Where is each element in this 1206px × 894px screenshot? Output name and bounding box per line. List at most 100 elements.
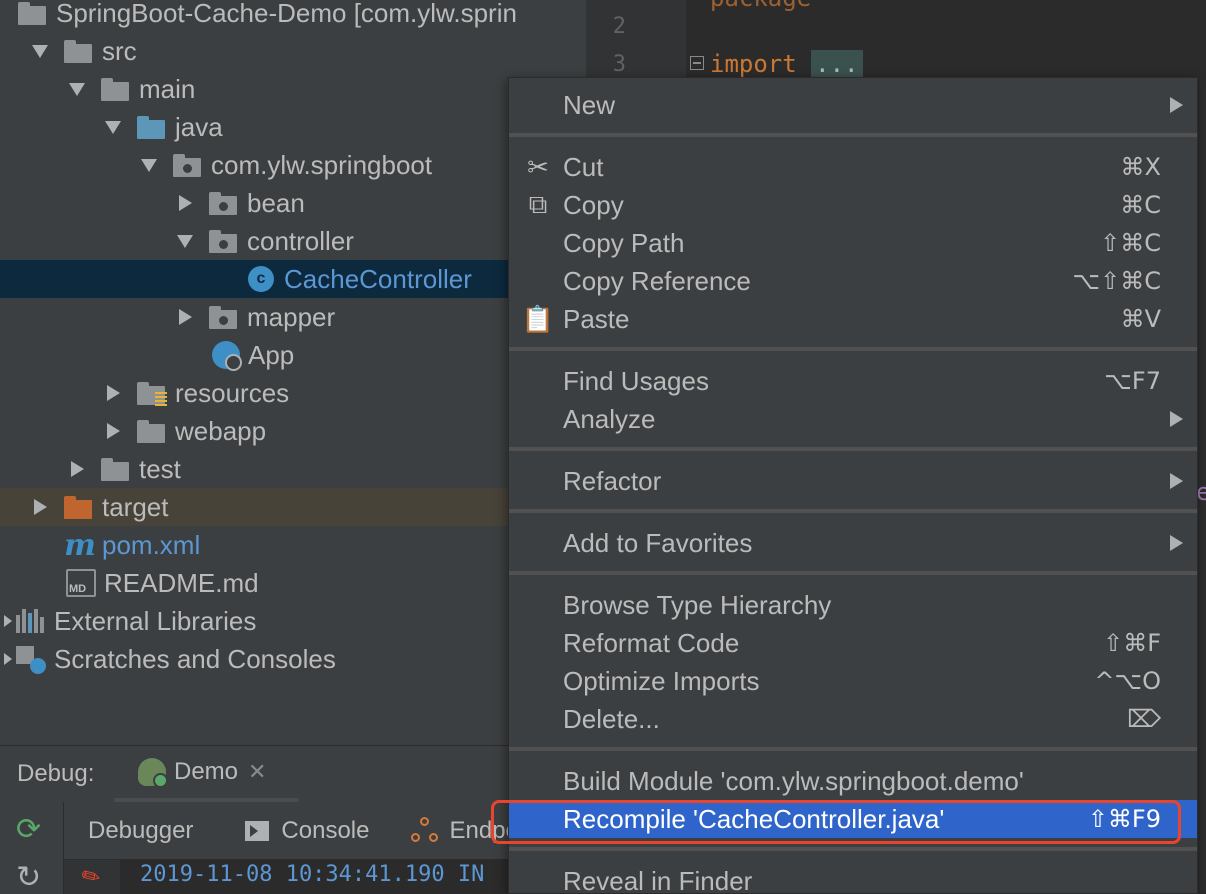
menu-item-cut[interactable]: ✂ Cut ⌘X: [509, 148, 1197, 186]
collapse-arrow-icon[interactable]: [175, 193, 195, 213]
tab-console[interactable]: Console: [245, 817, 369, 845]
collapse-arrow-icon[interactable]: [2, 653, 14, 665]
tree-item-readme[interactable]: MD README.md: [0, 564, 586, 602]
menu-item-label: Recompile 'CacheController.java': [563, 803, 945, 834]
tree-item-pom[interactable]: m pom.xml: [0, 526, 586, 564]
rerun-icon[interactable]: ⟳: [16, 812, 41, 847]
tree-item-webapp[interactable]: webapp: [0, 412, 586, 450]
menu-item-copy-path[interactable]: Copy Path ⇧⌘C: [509, 224, 1197, 262]
tree-item-app[interactable]: App: [0, 336, 586, 374]
menu-item-label: Copy: [563, 189, 624, 220]
collapse-arrow-icon[interactable]: [175, 307, 195, 327]
menu-item-paste[interactable]: 📋 Paste ⌘V: [509, 300, 1197, 338]
submenu-arrow-icon: [1170, 411, 1183, 427]
submenu-arrow-icon: [1170, 535, 1183, 551]
tree-item-label: pom.xml: [102, 529, 201, 560]
tree-item-mapper[interactable]: mapper: [0, 298, 586, 336]
line-number: 2: [612, 14, 626, 39]
debug-tool-window: Debug: Demo ✕ ⟳ ↻ Debugger Console Endpo…: [0, 745, 586, 894]
maven-icon: m: [64, 527, 96, 563]
folder-icon: [137, 418, 167, 444]
tree-item-test[interactable]: test: [0, 450, 586, 488]
menu-item-recompile[interactable]: Recompile 'CacheController.java' ⇧⌘F9: [509, 800, 1197, 838]
shortcut: ⌘X: [1120, 153, 1161, 181]
folder-icon: [101, 76, 131, 102]
menu-item-analyze[interactable]: Analyze: [509, 400, 1197, 438]
expand-arrow-icon[interactable]: [30, 41, 50, 61]
tree-item-main[interactable]: main: [0, 70, 586, 108]
tab-debugger[interactable]: Debugger: [88, 817, 193, 845]
menu-item-delete[interactable]: Delete... ⌦: [509, 700, 1197, 738]
tree-item-resources[interactable]: resources: [0, 374, 586, 412]
tree-item-label: mapper: [247, 301, 336, 332]
tree-item-package-root[interactable]: com.ylw.springboot: [0, 146, 586, 184]
tree-item-target[interactable]: target: [0, 488, 586, 526]
menu-item-copy[interactable]: ⧉ Copy ⌘C: [509, 186, 1197, 224]
clipboard-icon: 📋: [521, 303, 555, 334]
menu-item-optimize-imports[interactable]: Optimize Imports ^⌥O: [509, 662, 1197, 700]
spring-boot-icon: [138, 758, 168, 788]
menu-separator: [509, 509, 1197, 513]
collapse-arrow-icon[interactable]: [30, 497, 50, 517]
menu-item-label: Refactor: [563, 465, 662, 496]
package-icon: [209, 190, 239, 216]
endpoints-icon: [411, 816, 441, 845]
tree-item-controller[interactable]: controller: [0, 222, 586, 260]
tree-item-label: target: [102, 491, 169, 522]
menu-item-label: Add to Favorites: [563, 527, 753, 558]
menu-item-reformat-code[interactable]: Reformat Code ⇧⌘F: [509, 624, 1197, 662]
folded-imports[interactable]: ...: [811, 50, 863, 78]
tab-endpoints[interactable]: Endpo: [411, 816, 519, 845]
menu-item-add-to-favorites[interactable]: Add to Favorites: [509, 524, 1197, 562]
menu-item-label: Analyze: [563, 403, 656, 434]
import-line[interactable]: import ...: [710, 50, 863, 78]
fold-toggle-icon[interactable]: [690, 56, 704, 70]
expand-arrow-icon[interactable]: [67, 79, 87, 99]
package-icon: [209, 304, 239, 330]
tree-item-scratches[interactable]: Scratches and Consoles: [0, 640, 586, 678]
menu-item-label: Cut: [563, 151, 604, 182]
tree-item-project-root[interactable]: SpringBoot-Cache-Demo [com.ylw.sprin: [0, 0, 586, 32]
expand-arrow-icon[interactable]: [139, 155, 159, 175]
package-icon: [209, 228, 239, 254]
tree-item-java[interactable]: java: [0, 108, 586, 146]
tree-item-label: test: [139, 453, 181, 484]
collapse-arrow-icon[interactable]: [2, 615, 14, 627]
tree-item-external-libraries[interactable]: External Libraries: [0, 602, 586, 640]
folder-icon: [101, 456, 131, 482]
menu-item-reveal-in-finder[interactable]: Reveal in Finder: [509, 862, 1197, 894]
tree-item-label: App: [248, 339, 295, 370]
debug-header: Debug: Demo ✕: [0, 746, 586, 802]
console-log-line: 2019-11-08 10:34:41.190 IN: [140, 862, 485, 887]
run-config-tab[interactable]: Demo ✕: [114, 746, 298, 802]
scissors-icon: ✂: [527, 151, 549, 182]
collapse-arrow-icon[interactable]: [103, 421, 123, 441]
folder-icon: [64, 38, 94, 64]
restart-icon[interactable]: ↻: [16, 860, 41, 894]
submenu-arrow-icon: [1170, 97, 1183, 113]
context-menu: New ✂ Cut ⌘X ⧉ Copy ⌘C Copy Path ⇧⌘C Cop…: [508, 77, 1198, 894]
pencil-icon[interactable]: ✎: [77, 861, 106, 893]
expand-arrow-icon[interactable]: [103, 117, 123, 137]
line-number: 3: [612, 52, 626, 77]
menu-item-label: Copy Path: [563, 227, 685, 258]
menu-item-label: Paste: [563, 303, 630, 334]
tree-item-cachecontroller[interactable]: c CacheController: [0, 260, 586, 298]
close-icon[interactable]: ✕: [248, 759, 266, 785]
tree-item-label: Scratches and Consoles: [54, 643, 336, 674]
expand-arrow-icon[interactable]: [175, 231, 195, 251]
collapse-arrow-icon[interactable]: [103, 383, 123, 403]
menu-item-browse-type-hierarchy[interactable]: Browse Type Hierarchy: [509, 586, 1197, 624]
menu-item-build-module[interactable]: Build Module 'com.ylw.springboot.demo': [509, 762, 1197, 800]
collapse-arrow-icon[interactable]: [67, 459, 87, 479]
tree-item-src[interactable]: src: [0, 32, 586, 70]
menu-item-new[interactable]: New: [509, 86, 1197, 124]
menu-item-label: Browse Type Hierarchy: [563, 589, 832, 620]
run-config-name: Demo: [174, 758, 239, 785]
tree-item-bean[interactable]: bean: [0, 184, 586, 222]
menu-item-label: Find Usages: [563, 365, 709, 396]
tab-label: Console: [281, 816, 370, 844]
menu-item-copy-reference[interactable]: Copy Reference ⌥⇧⌘C: [509, 262, 1197, 300]
menu-item-refactor[interactable]: Refactor: [509, 462, 1197, 500]
menu-item-find-usages[interactable]: Find Usages ⌥F7: [509, 362, 1197, 400]
